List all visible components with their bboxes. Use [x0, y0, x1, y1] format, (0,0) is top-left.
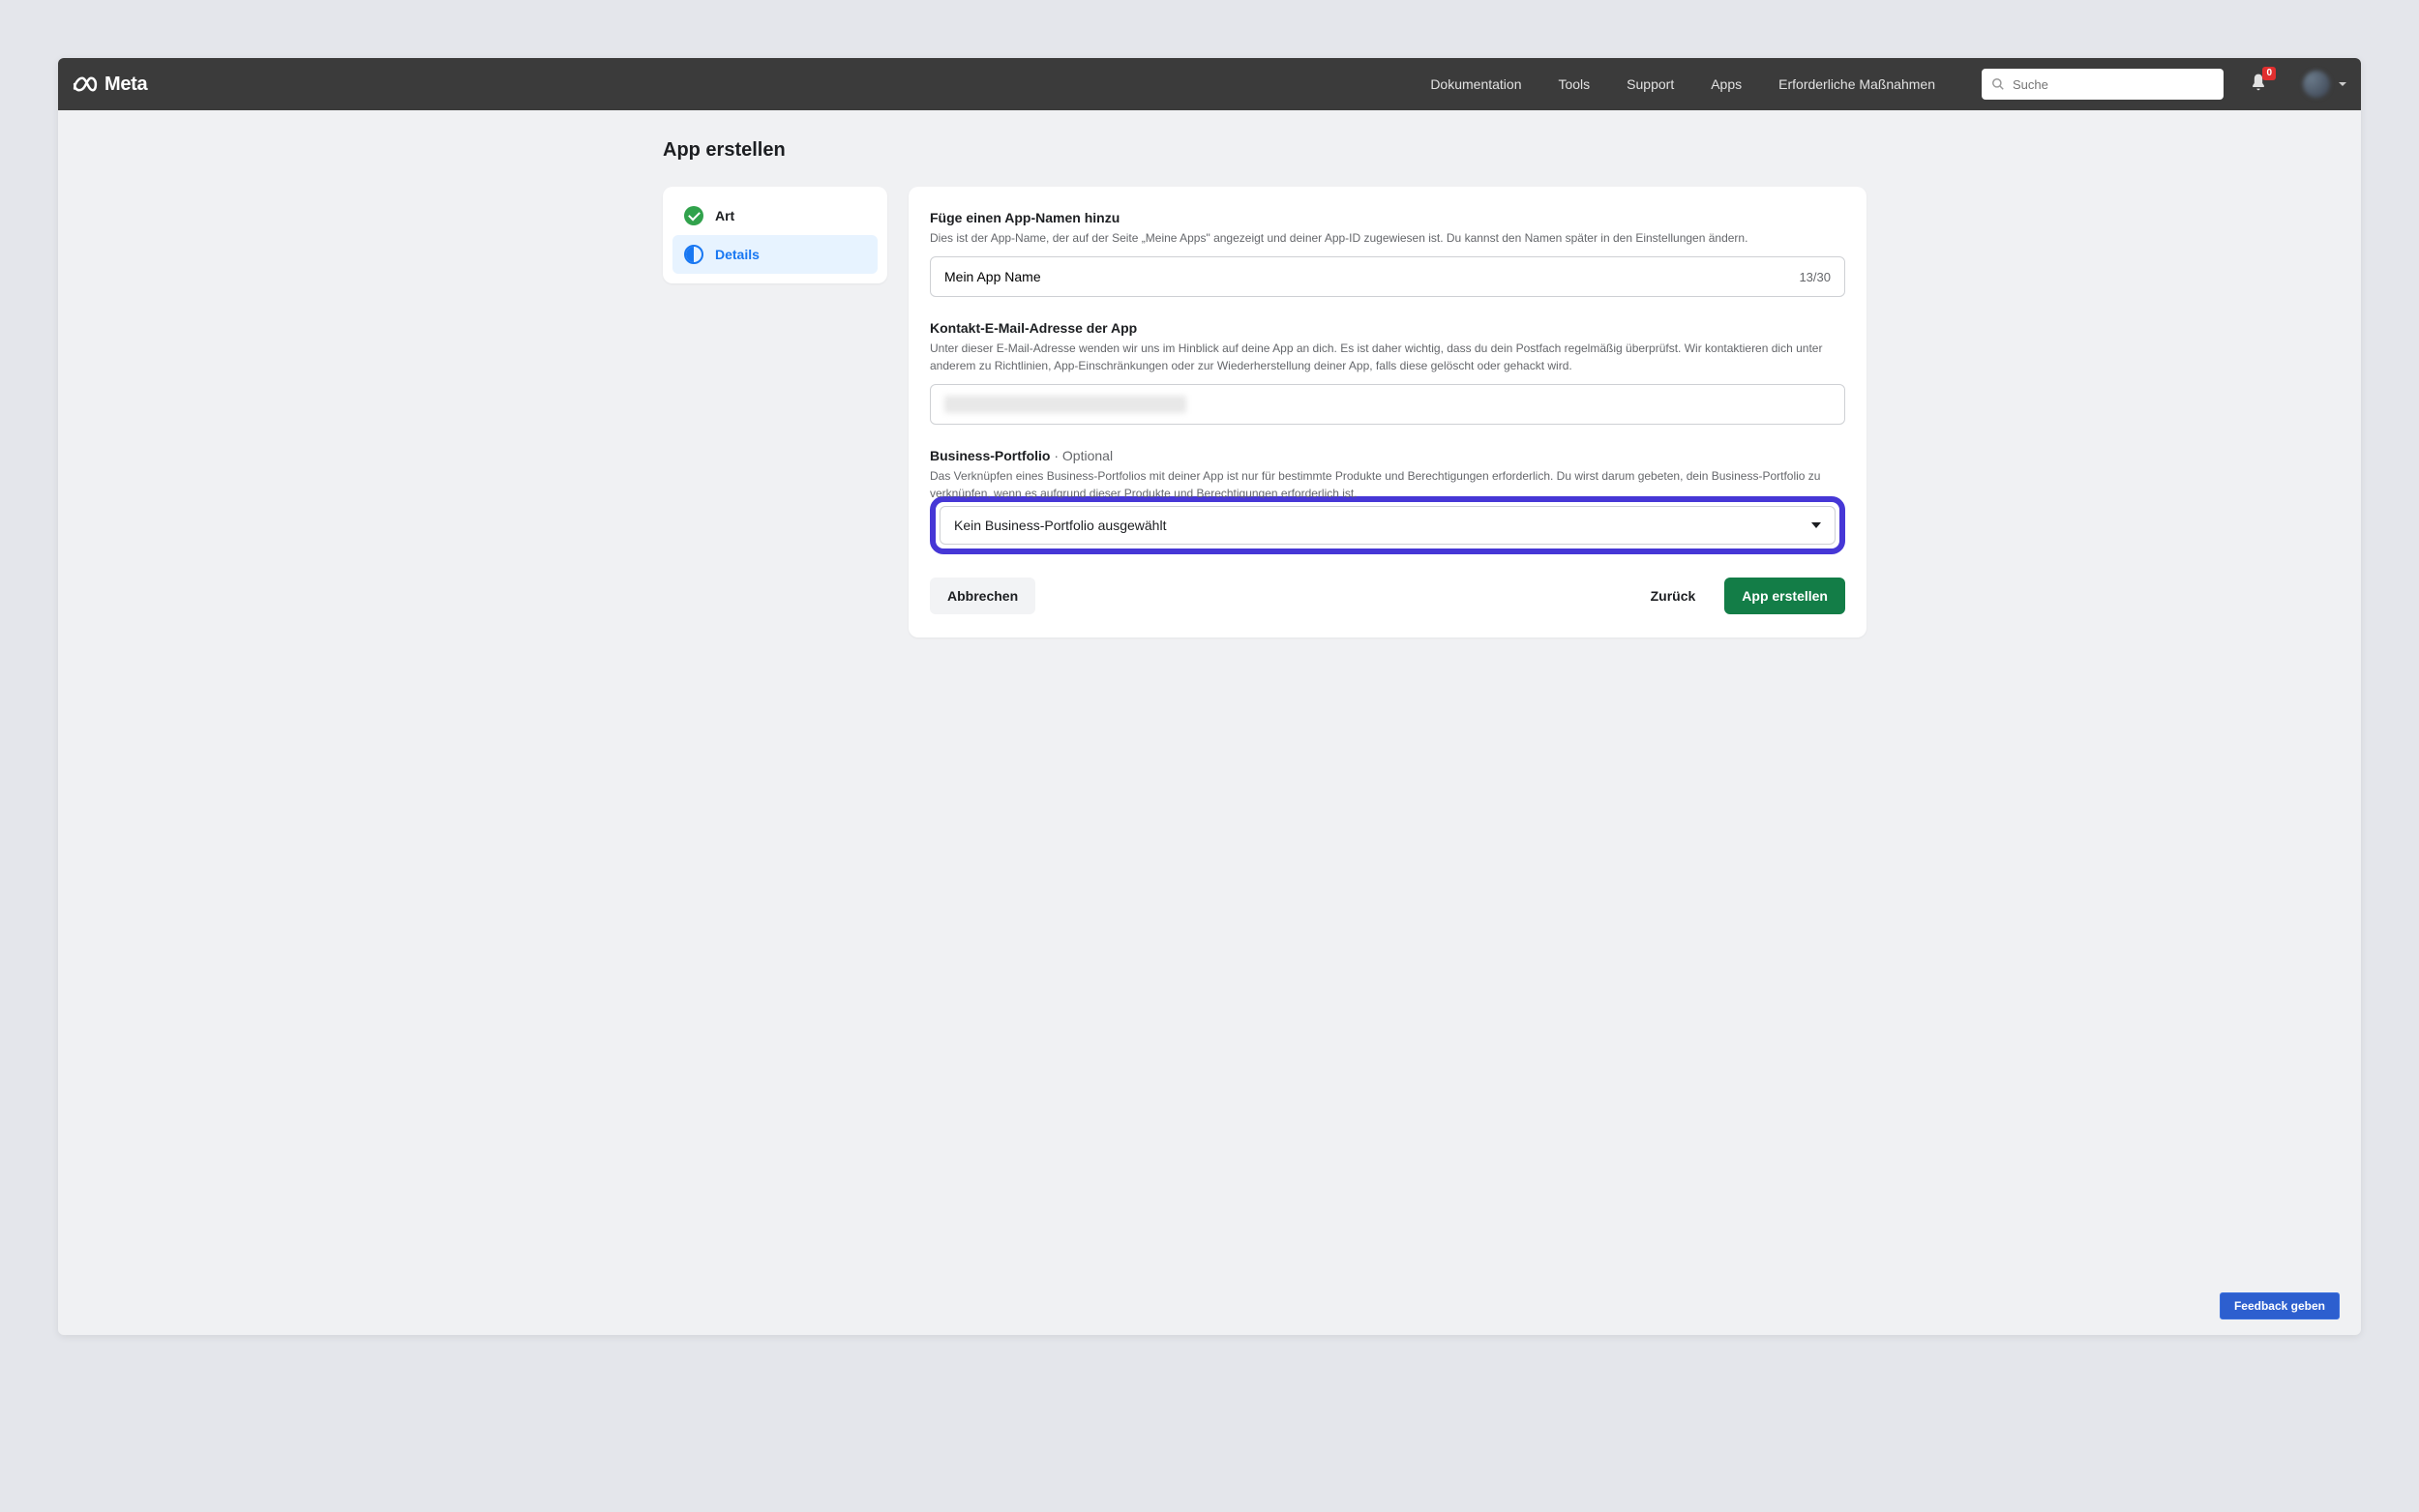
- field-title: Kontakt-E-Mail-Adresse der App: [930, 320, 1845, 336]
- field-business-portfolio: Business-Portfolio · Optional Das Verknü…: [930, 448, 1845, 554]
- notifications-badge: 0: [2262, 67, 2276, 80]
- actions-row: Abbrechen Zurück App erstellen: [930, 578, 1845, 614]
- notifications-button[interactable]: 0: [2249, 73, 2268, 97]
- content-area: App erstellen Art Details Füge einen App…: [58, 110, 2361, 696]
- nav-support[interactable]: Support: [1627, 76, 1674, 92]
- sidebar-item-details[interactable]: Details: [672, 235, 878, 274]
- nav-documentation[interactable]: Dokumentation: [1430, 76, 1521, 92]
- field-app-name: Füge einen App-Namen hinzu Dies ist der …: [930, 210, 1845, 297]
- nav-links: Dokumentation Tools Support Apps Erforde…: [1430, 76, 1935, 92]
- contact-email-input[interactable]: [930, 384, 1845, 425]
- chevron-down-icon: [2338, 79, 2347, 89]
- avatar: [2303, 71, 2330, 98]
- search-input[interactable]: [2013, 77, 2214, 92]
- char-count: 13/30: [1799, 270, 1831, 284]
- sidebar-item-label: Details: [715, 247, 760, 262]
- field-title-optional: · Optional: [1050, 448, 1113, 463]
- create-app-button[interactable]: App erstellen: [1724, 578, 1845, 614]
- dropdown-value: Kein Business-Portfolio ausgewählt: [954, 518, 1166, 533]
- layout-row: Art Details Füge einen App-Namen hinzu D…: [663, 187, 2361, 637]
- highlighted-annotation: Kein Business-Portfolio ausgewählt: [930, 496, 1845, 554]
- field-title: Füge einen App-Namen hinzu: [930, 210, 1845, 225]
- search-icon: [1991, 77, 2005, 91]
- form-card: Füge einen App-Namen hinzu Dies ist der …: [909, 187, 1867, 637]
- brand-name: Meta: [105, 74, 147, 96]
- nav-apps[interactable]: Apps: [1711, 76, 1742, 92]
- caret-down-icon: [1811, 522, 1821, 528]
- back-button[interactable]: Zurück: [1633, 578, 1714, 614]
- meta-logo-icon: [72, 71, 99, 98]
- user-menu[interactable]: [2303, 71, 2347, 98]
- brand-logo[interactable]: Meta: [72, 71, 147, 98]
- wizard-steps: Art Details: [663, 187, 887, 283]
- app-name-input-wrap: 13/30: [930, 256, 1845, 297]
- nav-tools[interactable]: Tools: [1558, 76, 1590, 92]
- feedback-button[interactable]: Feedback geben: [2220, 1292, 2340, 1319]
- field-desc: Dies ist der App-Name, der auf der Seite…: [930, 229, 1845, 247]
- sidebar-item-art[interactable]: Art: [672, 196, 878, 235]
- page-title: App erstellen: [663, 139, 2361, 162]
- app-name-input[interactable]: [944, 269, 1799, 284]
- field-title-main: Business-Portfolio: [930, 448, 1050, 463]
- field-title: Business-Portfolio · Optional: [930, 448, 1845, 463]
- field-contact-email: Kontakt-E-Mail-Adresse der App Unter die…: [930, 320, 1845, 425]
- search-box[interactable]: [1982, 69, 2224, 100]
- nav-required-actions[interactable]: Erforderliche Maßnahmen: [1778, 76, 1935, 92]
- redacted-value: [944, 396, 1186, 413]
- half-circle-icon: [684, 245, 703, 264]
- field-desc: Das Verknüpfen eines Business-Portfolios…: [930, 467, 1845, 498]
- topbar: Meta Dokumentation Tools Support Apps Er…: [58, 58, 2361, 110]
- cancel-button[interactable]: Abbrechen: [930, 578, 1035, 614]
- field-desc: Unter dieser E-Mail-Adresse wenden wir u…: [930, 340, 1845, 374]
- app-window: Meta Dokumentation Tools Support Apps Er…: [58, 58, 2361, 1335]
- business-portfolio-select[interactable]: Kein Business-Portfolio ausgewählt: [940, 506, 1836, 545]
- sidebar-item-label: Art: [715, 208, 734, 223]
- check-circle-icon: [684, 206, 703, 225]
